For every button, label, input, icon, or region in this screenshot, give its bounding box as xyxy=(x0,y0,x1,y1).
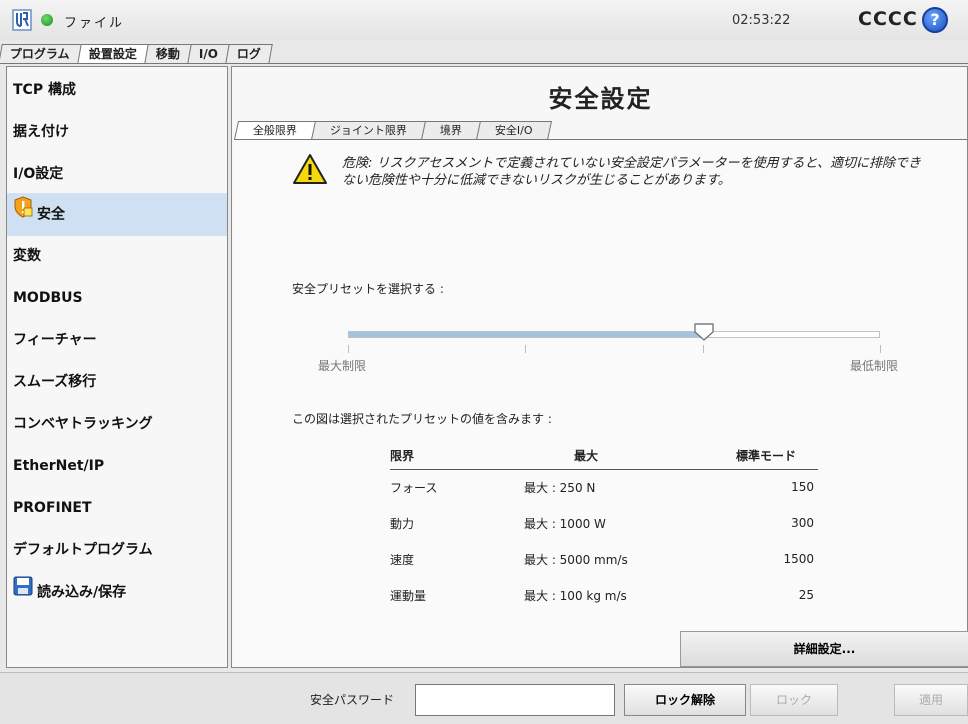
sidebar: TCP 構成 据え付け I/O設定 安全 変数 MODBUS フィーチャー スム… xyxy=(6,66,228,668)
preset-label: 安全プリセットを選択する : xyxy=(292,282,444,296)
tab-joint-limits[interactable]: ジョイント限界 xyxy=(310,121,427,140)
page-title: 安全設定 xyxy=(548,85,653,113)
sidebar-item-label: スムーズ移行 xyxy=(13,374,97,390)
preset-slider-fill xyxy=(349,332,704,337)
slider-tick xyxy=(525,345,526,353)
table-cell-limit: 動力 xyxy=(390,517,415,531)
table-cell-limit: フォース xyxy=(390,481,438,495)
apply-button[interactable]: 適用 xyxy=(894,684,968,716)
sidebar-item-features[interactable]: フィーチャー xyxy=(7,319,227,362)
tab-installation[interactable]: 設置設定 xyxy=(76,44,149,64)
ur-logo-icon[interactable] xyxy=(12,9,32,31)
clock: 02:53:22 xyxy=(732,13,791,28)
sidebar-item-safety[interactable]: 安全 xyxy=(7,193,227,236)
preset-slider-track[interactable] xyxy=(348,331,880,338)
floppy-disk-icon xyxy=(13,571,33,614)
table-header-max: 最大 xyxy=(574,449,599,463)
sidebar-item-label: 据え付け xyxy=(13,124,69,140)
sidebar-item-io-setup[interactable]: I/O設定 xyxy=(7,153,227,196)
sidebar-item-tcp[interactable]: TCP 構成 xyxy=(7,69,227,112)
sidebar-item-label: フィーチャー xyxy=(13,332,97,348)
tab-log[interactable]: ログ xyxy=(224,44,273,64)
sidebar-item-default-program[interactable]: デフォルトプログラム xyxy=(7,529,227,572)
sidebar-item-conveyor-tracking[interactable]: コンベヤトラッキング xyxy=(7,403,227,446)
sidebar-item-label: PROFINET xyxy=(13,500,92,516)
sidebar-item-label: デフォルトプログラム xyxy=(13,542,153,558)
sidebar-item-label: MODBUS xyxy=(13,290,83,306)
table-caption: この図は選択されたプリセットの値を含みます : xyxy=(292,412,552,426)
sidebar-item-load-save[interactable]: 読み込み/保存 xyxy=(7,571,227,614)
slider-min-label: 最大制限 xyxy=(318,359,367,373)
sidebar-item-smooth-transition[interactable]: スムーズ移行 xyxy=(7,361,227,404)
robot-name: CCCC xyxy=(858,8,918,30)
tab-io[interactable]: I/O xyxy=(186,44,230,64)
table-cell-max: 最大 : 100 kg m/s xyxy=(524,589,627,603)
sidebar-item-label: I/O設定 xyxy=(13,166,64,182)
table-cell-max: 最大 : 1000 W xyxy=(524,517,606,531)
table-cell-max: 最大 : 5000 mm/s xyxy=(524,553,628,567)
tab-divider xyxy=(0,63,968,64)
tab-general-limits[interactable]: 全般限界 xyxy=(233,121,317,140)
sidebar-item-label: 変数 xyxy=(13,248,41,264)
sidebar-item-profinet[interactable]: PROFINET xyxy=(7,487,227,530)
main-tabs: プログラム 設置設定 移動 I/O ログ xyxy=(0,44,273,64)
sidebar-item-label: EtherNet/IP xyxy=(13,458,105,474)
advanced-settings-button[interactable]: 詳細設定... xyxy=(680,631,968,667)
sidebar-item-ethernet-ip[interactable]: EtherNet/IP xyxy=(7,445,227,488)
warning-icon xyxy=(293,154,327,184)
sidebar-item-label: コンベヤトラッキング xyxy=(13,416,153,432)
safety-panel: 安全設定 全般限界 ジョイント限界 境界 安全I/O 危険: リスクアセスメント… xyxy=(231,66,968,668)
table-cell-normal: 25 xyxy=(798,588,814,602)
preset-slider-handle[interactable] xyxy=(694,323,714,341)
warning-text: 危険: リスクアセスメントで定義されていない安全設定パラメーターを使用すると、適… xyxy=(342,156,921,188)
tab-move[interactable]: 移動 xyxy=(143,44,192,64)
safety-password-input[interactable] xyxy=(415,684,615,716)
unlock-button[interactable]: ロック解除 xyxy=(624,684,746,716)
sidebar-item-modbus[interactable]: MODBUS xyxy=(7,277,227,320)
table-cell-max: 最大 : 250 N xyxy=(524,481,596,495)
top-bar: ファイル 02:53:22 CCCC ? xyxy=(0,0,968,40)
lock-button[interactable]: ロック xyxy=(750,684,838,716)
tab-safety-io[interactable]: 安全I/O xyxy=(475,121,552,140)
sidebar-item-mounting[interactable]: 据え付け xyxy=(7,111,227,154)
safety-sub-tabs: 全般限界 ジョイント限界 境界 安全I/O xyxy=(233,121,552,140)
file-menu[interactable]: ファイル xyxy=(64,12,124,31)
help-icon[interactable]: ? xyxy=(922,7,948,33)
password-label: 安全パスワード xyxy=(310,693,395,707)
table-cell-limit: 運動量 xyxy=(390,589,427,603)
slider-tick xyxy=(348,345,349,353)
robot-status-icon xyxy=(41,14,53,26)
sidebar-item-variables[interactable]: 変数 xyxy=(7,235,227,278)
table-cell-limit: 速度 xyxy=(390,553,415,567)
sidebar-item-label: 読み込み/保存 xyxy=(37,584,127,601)
tab-program[interactable]: プログラム xyxy=(0,44,82,64)
slider-tick xyxy=(703,345,704,353)
table-header-divider xyxy=(390,469,818,470)
table-cell-normal: 150 xyxy=(791,480,814,494)
table-cell-normal: 1500 xyxy=(783,552,814,566)
table-header-limit: 限界 xyxy=(390,449,415,463)
table-header-normal-mode: 標準モード xyxy=(736,449,797,463)
tab-boundaries[interactable]: 境界 xyxy=(420,121,482,140)
table-cell-normal: 300 xyxy=(791,516,814,530)
footer-bar: 安全パスワード ロック解除 ロック 適用 xyxy=(0,672,968,724)
slider-tick xyxy=(880,345,881,353)
sidebar-item-label: 安全 xyxy=(37,206,65,223)
safety-shield-icon xyxy=(13,193,33,236)
slider-max-label: 最低制限 xyxy=(850,359,899,373)
sidebar-item-label: TCP 構成 xyxy=(13,82,76,98)
